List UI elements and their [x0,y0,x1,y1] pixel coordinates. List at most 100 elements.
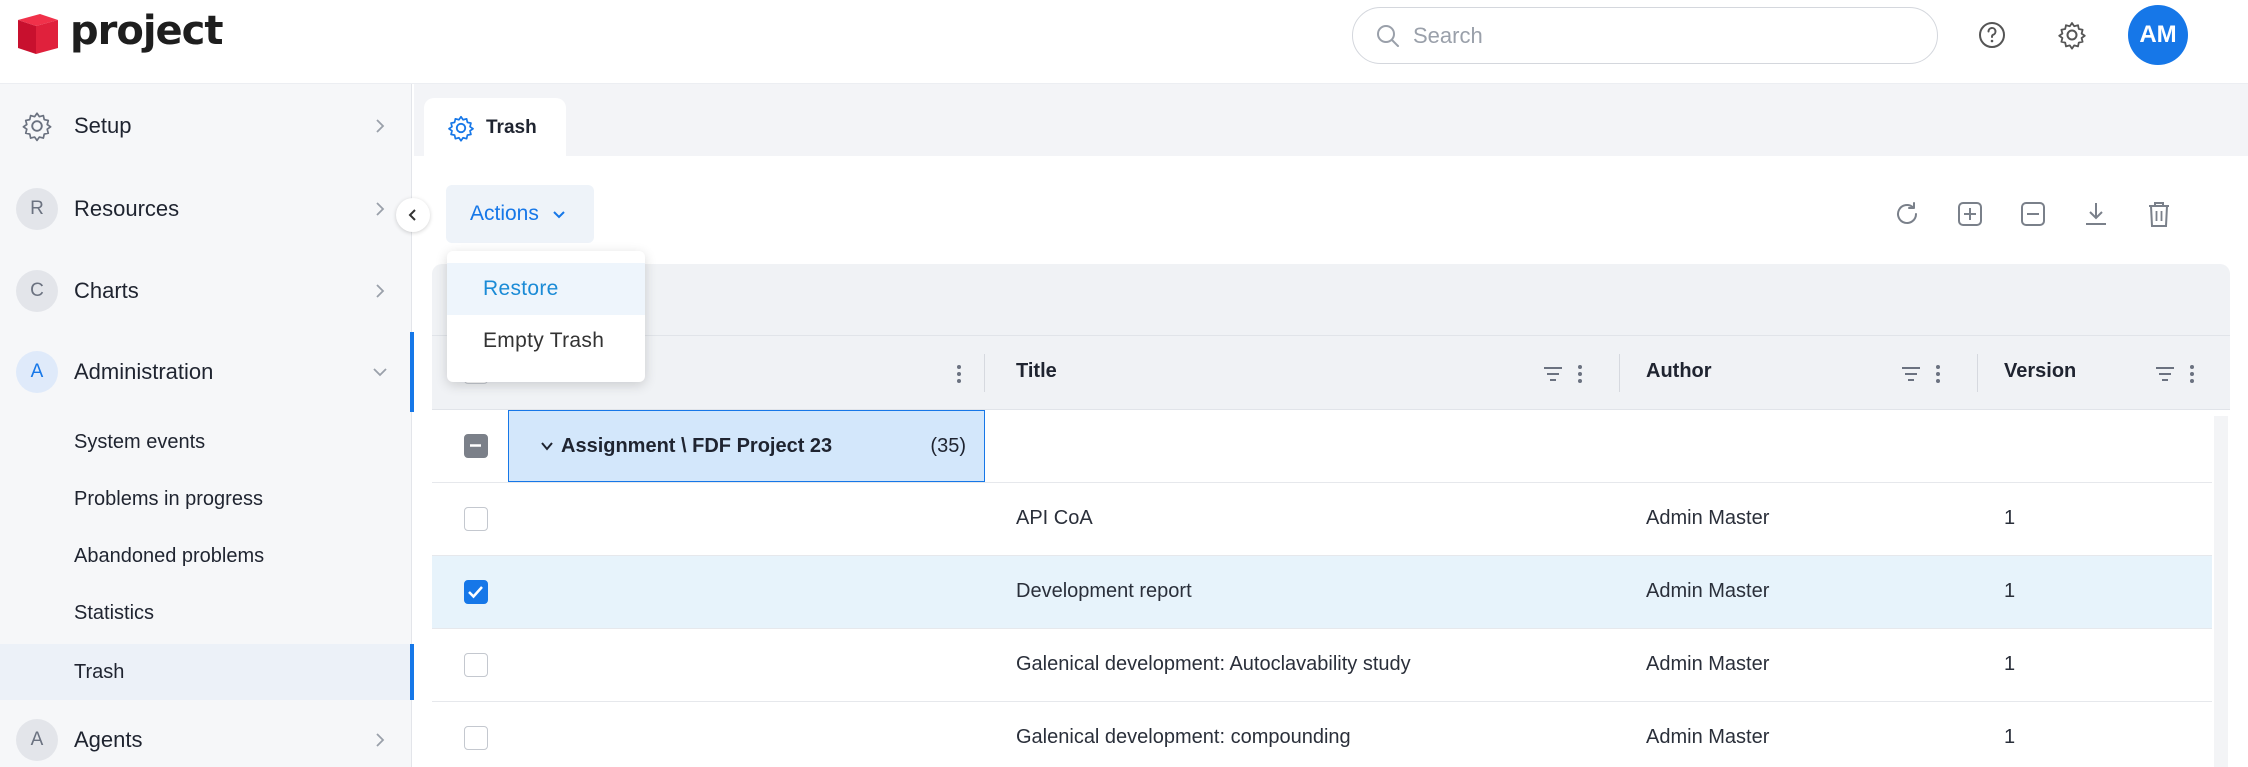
filter-icon[interactable] [2153,362,2177,386]
column-divider[interactable] [1977,354,1978,392]
column-menu-icon[interactable] [2187,362,2197,386]
group-count: (35) [930,434,966,457]
tab-label: Trash [486,117,537,138]
cell-version: 1 [2004,580,2016,602]
table-row[interactable]: Galenical development: Autoclavability s… [432,629,2212,702]
cell-author: Admin Master [1646,507,1770,529]
column-header-title[interactable]: Title [1016,360,1057,383]
main-content: Trash Actions Title Author Version Assig… [414,84,2248,767]
checkmark-icon [468,586,483,599]
cell-title: Galenical development: Autoclavability s… [1016,653,1411,675]
row-checkbox[interactable] [464,653,488,677]
cell-author: Admin Master [1646,726,1770,748]
sidebar-item-setup[interactable]: Setup [0,94,412,158]
actions-dropdown-menu: Restore Empty Trash [447,251,645,382]
sidebar-subitem-statistics[interactable]: Statistics [0,585,412,641]
agents-badge: A [16,719,58,761]
group-title: Assignment \ FDF Project 23 [561,434,833,457]
column-menu-icon[interactable] [1575,362,1585,386]
cell-author: Admin Master [1646,580,1770,602]
sidebar-subitem-trash[interactable]: Trash [0,644,412,700]
column-menu-icon[interactable] [954,362,964,386]
sidebar-subitem-label: Statistics [74,601,155,624]
filter-icon[interactable] [1541,362,1565,386]
menu-item-empty-trash[interactable]: Empty Trash [447,315,645,367]
chevron-right-icon [376,202,385,216]
delete-icon[interactable] [2144,199,2174,229]
row-checkbox[interactable] [464,580,488,604]
group-cell[interactable]: Assignment \ FDF Project 23 (35) [508,410,985,482]
user-avatar[interactable]: AM [2128,5,2188,65]
app-name: project [70,8,224,54]
table-row[interactable]: Galenical development: compounding Admin… [432,702,2212,767]
group-checkbox[interactable] [464,434,488,458]
settings-gear-icon[interactable] [2056,19,2088,51]
sidebar-subitem-label: System events [74,430,206,453]
row-checkbox[interactable] [464,507,488,531]
gear-icon [22,112,52,142]
menu-item-restore[interactable]: Restore [447,263,645,315]
app-logo[interactable]: project [14,8,224,58]
chevron-left-icon [408,209,416,221]
sidebar-subitem-problems-in-progress[interactable]: Problems in progress [0,471,412,527]
title-column-controls [1541,362,1585,386]
row-checkbox[interactable] [464,726,488,750]
grid-header: Title Author Version [432,336,2230,410]
help-icon[interactable] [1976,19,2008,51]
cell-title: API CoA [1016,507,1093,529]
refresh-icon[interactable] [1892,199,1922,229]
search-box[interactable] [1352,7,1938,64]
sidebar-item-agents[interactable]: A Agents [0,708,412,767]
cube-logo-icon [18,14,58,54]
cell-version: 1 [2004,726,2016,748]
chevron-right-icon [376,119,385,133]
sidebar-subitem-label: Problems in progress [74,487,263,510]
group-row[interactable]: Assignment \ FDF Project 23 (35) [432,410,2212,483]
sidebar-item-label: Administration [74,359,214,384]
table-row[interactable]: API CoA Admin Master 1 [432,483,2212,556]
chevron-right-icon [376,284,385,298]
sidebar-item-label: Setup [74,113,132,138]
chevron-down-icon[interactable] [539,438,555,454]
column-divider[interactable] [984,354,985,392]
group-panel [432,264,2230,336]
sidebar-item-resources[interactable]: R Resources [0,177,412,241]
author-column-controls [1899,362,1943,386]
trash-panel: Actions Title Author Version Assignment … [414,156,2248,767]
expand-all-icon[interactable] [1955,199,1985,229]
table-row[interactable]: Development report Admin Master 1 [432,556,2212,629]
actions-button[interactable]: Actions [446,185,594,243]
actions-label: Actions [470,202,539,225]
cell-author: Admin Master [1646,653,1770,675]
top-header: project AM [0,0,2248,84]
column-divider[interactable] [1619,354,1620,392]
sidebar-item-label: Agents [74,727,143,752]
column-header-version[interactable]: Version [2004,360,2076,383]
grid-body: Assignment \ FDF Project 23 (35) API CoA… [432,410,2230,767]
cell-version: 1 [2004,507,2016,529]
sidebar: Setup R Resources C Charts A Administrat… [0,84,414,767]
chevron-down-icon [553,211,565,219]
sidebar-item-administration[interactable]: A Administration [0,340,412,404]
sidebar-subitem-system-events[interactable]: System events [0,414,412,470]
chevron-right-icon [376,733,385,747]
resources-badge: R [16,188,58,230]
tab-trash[interactable]: Trash [424,98,566,158]
collapse-all-icon[interactable] [2018,199,2048,229]
chevron-down-icon [373,368,387,377]
vertical-scrollbar[interactable] [2214,416,2228,767]
column-header-author[interactable]: Author [1646,360,1712,383]
cell-version: 1 [2004,653,2016,675]
cell-title: Development report [1016,580,1192,602]
sidebar-item-charts[interactable]: C Charts [0,259,412,323]
search-icon [1377,24,1399,47]
sidebar-item-label: Charts [74,278,139,303]
minus-icon [470,444,481,447]
version-column-controls [2153,362,2197,386]
sidebar-subitem-abandoned-problems[interactable]: Abandoned problems [0,528,412,584]
search-input[interactable] [1413,22,1893,49]
filter-icon[interactable] [1899,362,1923,386]
sidebar-collapse-button[interactable] [396,198,430,232]
column-menu-icon[interactable] [1933,362,1943,386]
download-icon[interactable] [2081,199,2111,229]
